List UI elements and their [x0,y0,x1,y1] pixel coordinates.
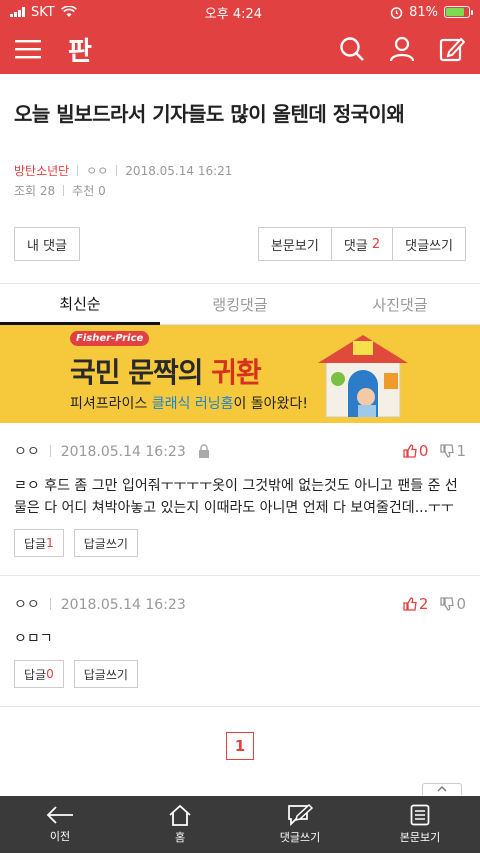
downvote-count: 1 [456,442,466,460]
downvote-button[interactable]: 1 [440,442,466,460]
carrier-label: SKT [31,4,55,20]
clock: 오후 4:24 [204,6,263,22]
pagination: 1 [0,706,480,808]
fisher-price-logo: Fisher-Price [70,331,150,346]
downvote-button[interactable]: 0 [440,595,466,613]
comment-author: ㅇㅇ [14,444,40,460]
pann-logo[interactable]: 판 [68,31,92,68]
home-icon [169,804,191,826]
post-title: 오늘 빌보드라서 기자들도 많이 올텐데 정국이왜 [14,102,405,126]
nav-write-comment-label: 댓글쓰기 [279,831,321,844]
write-comment-button[interactable]: 댓글쓰기 [393,227,466,261]
downvote-count: 0 [456,595,466,613]
scroll-to-top-button[interactable] [422,783,462,795]
battery-percent: 81% [409,4,438,20]
nav-view-body[interactable]: 본문보기 [360,796,480,853]
reply-label: 답글 [24,536,47,551]
upvote-button[interactable]: 2 [403,595,429,613]
reply-button[interactable]: 답글 0 [14,660,64,688]
nav-back-label: 이전 [49,830,71,843]
arrow-left-icon [46,806,73,824]
write-reply-button[interactable]: 답글쓰기 [73,660,138,688]
top-bar: SKT 오후 4:24 81% 판 [0,0,480,74]
upvote-count: 0 [418,442,429,460]
view-count: 조회 28 [14,184,56,198]
banner-subtext: 피셔프라이스 클래식 러닝홈이 돌아왔다! [70,393,308,413]
comments-label: 댓글 [343,238,368,254]
battery-icon [444,6,473,18]
thumbs-up-icon [403,444,417,458]
post-author: ㅇㅇ [86,164,109,178]
nav-home[interactable]: 홈 [120,796,240,853]
search-icon[interactable] [338,35,366,63]
comment-item: ㅇㅇ 2018.05.14 16:23 0 1 ㄹㅇ 후드 좀 그만 입어줘ㅜㅜㅜ… [0,423,480,575]
post-meta: 방탄소년단 ㅇㅇ 2018.05.14 16:21 조회 28 추천 0 [0,127,480,201]
reply-label: 답글 [24,667,47,682]
nav-view-body-label: 본문보기 [399,831,441,844]
my-comments-button[interactable]: 내 댓글 [14,227,81,261]
chevron-up-icon [437,786,447,792]
tab-ranking[interactable]: 랭킹댓글 [160,284,320,325]
comments-button[interactable]: 댓글 2 [331,227,394,261]
upvote-button[interactable]: 0 [403,442,429,460]
page-number-current[interactable]: 1 [226,732,254,760]
comment-body: ㄹㅇ 후드 좀 그만 입어줘ㅜㅜㅜㅜ옷이 그것밖에 없는것도 아니고 팬들 준 … [14,478,458,516]
signal-icon [10,7,25,17]
bottom-nav: 이전 홈 댓글쓰기 본문보기 [0,796,480,853]
toy-house-illustration [318,335,408,418]
comment-toolbar: 내 댓글 본문보기 댓글 2 댓글쓰기 [0,201,480,261]
comment-author: ㅇㅇ [14,597,40,613]
reply-count: 0 [46,667,54,681]
headline-highlight: 귀환 [211,356,262,389]
headline-text: 국민 문짝의 [70,356,212,389]
nav-back[interactable]: 이전 [0,796,120,853]
thumbs-up-icon [403,597,417,611]
tab-photo[interactable]: 사진댓글 [320,284,480,325]
post-date: 2018.05.14 16:21 [125,164,233,178]
status-bar: SKT 오후 4:24 81% [0,0,480,24]
reply-count: 1 [46,536,54,550]
recommend-count: 추천 0 [72,184,106,198]
lock-icon [199,444,210,458]
nav-write-comment[interactable]: 댓글쓰기 [240,796,360,853]
comments-count: 2 [371,236,381,252]
nav-home-label: 홈 [174,831,186,844]
user-icon[interactable] [388,35,416,63]
wifi-icon [60,6,77,17]
write-icon[interactable] [438,35,466,63]
sub-text-a: 피셔프라이스 [70,396,152,412]
sub-text-c: 이 돌아왔다! [233,396,308,412]
comment-body: ㅇㅁㄱ [14,631,53,647]
view-body-button[interactable]: 본문보기 [257,227,332,261]
write-reply-button[interactable]: 답글쓰기 [73,529,138,557]
comment-date: 2018.05.14 16:23 [60,444,186,460]
app-bar: 판 [0,24,480,74]
comment-item: ㅇㅇ 2018.05.14 16:23 2 0 ㅇㅁㄱ 답글 0 답글쓰기 [0,575,480,706]
document-icon [410,804,430,826]
comment-date: 2018.05.14 16:23 [60,597,186,613]
tab-latest[interactable]: 최신순 [0,284,160,325]
upvote-count: 2 [418,595,429,613]
sub-text-product: 클래식 러닝홈 [151,396,234,412]
banner-headline: 국민 문짝의 귀환 [70,351,262,391]
thumbs-down-icon [440,597,455,611]
thumbs-down-icon [440,444,455,458]
comment-tabs: 최신순 랭킹댓글 사진댓글 [0,283,480,325]
post-category[interactable]: 방탄소년단 [14,164,69,178]
ad-banner[interactable]: Fisher-Price 국민 문짝의 귀환 피셔프라이스 클래식 러닝홈이 돌… [0,325,480,423]
reply-button[interactable]: 답글 1 [14,529,64,557]
comment-write-icon [288,804,313,826]
menu-icon[interactable] [14,35,42,63]
alarm-icon [390,6,403,19]
